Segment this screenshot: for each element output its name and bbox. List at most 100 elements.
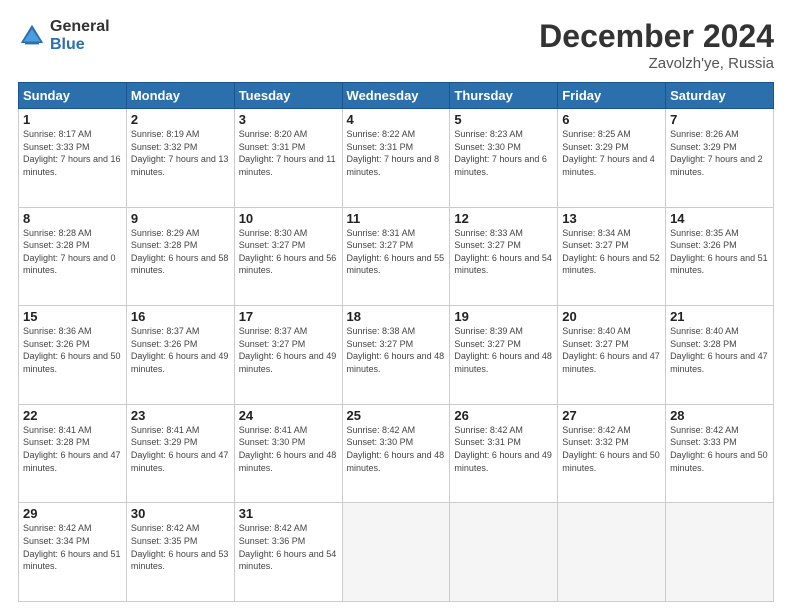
day-info: Sunrise: 8:22 AMSunset: 3:31 PMDaylight:… (347, 128, 446, 178)
table-row: 13 Sunrise: 8:34 AMSunset: 3:27 PMDaylig… (558, 207, 666, 306)
day-info: Sunrise: 8:30 AMSunset: 3:27 PMDaylight:… (239, 227, 338, 277)
logo-text: General Blue (50, 18, 110, 53)
day-number: 8 (23, 211, 122, 226)
day-number: 4 (347, 112, 446, 127)
day-info: Sunrise: 8:23 AMSunset: 3:30 PMDaylight:… (454, 128, 553, 178)
day-info: Sunrise: 8:36 AMSunset: 3:26 PMDaylight:… (23, 325, 122, 375)
day-info: Sunrise: 8:29 AMSunset: 3:28 PMDaylight:… (131, 227, 230, 277)
col-monday: Monday (126, 83, 234, 109)
table-row: 7 Sunrise: 8:26 AMSunset: 3:29 PMDayligh… (666, 109, 774, 208)
table-row: 12 Sunrise: 8:33 AMSunset: 3:27 PMDaylig… (450, 207, 558, 306)
table-row: 31 Sunrise: 8:42 AMSunset: 3:36 PMDaylig… (234, 503, 342, 602)
day-number: 6 (562, 112, 661, 127)
table-row: 5 Sunrise: 8:23 AMSunset: 3:30 PMDayligh… (450, 109, 558, 208)
day-number: 2 (131, 112, 230, 127)
day-info: Sunrise: 8:41 AMSunset: 3:28 PMDaylight:… (23, 424, 122, 474)
day-number: 11 (347, 211, 446, 226)
col-sunday: Sunday (19, 83, 127, 109)
day-number: 27 (562, 408, 661, 423)
day-info: Sunrise: 8:33 AMSunset: 3:27 PMDaylight:… (454, 227, 553, 277)
calendar-week-row: 1 Sunrise: 8:17 AMSunset: 3:33 PMDayligh… (19, 109, 774, 208)
day-number: 7 (670, 112, 769, 127)
table-row: 30 Sunrise: 8:42 AMSunset: 3:35 PMDaylig… (126, 503, 234, 602)
day-info: Sunrise: 8:35 AMSunset: 3:26 PMDaylight:… (670, 227, 769, 277)
table-row: 10 Sunrise: 8:30 AMSunset: 3:27 PMDaylig… (234, 207, 342, 306)
day-number: 20 (562, 309, 661, 324)
table-row: 21 Sunrise: 8:40 AMSunset: 3:28 PMDaylig… (666, 306, 774, 405)
table-row (342, 503, 450, 602)
table-row: 4 Sunrise: 8:22 AMSunset: 3:31 PMDayligh… (342, 109, 450, 208)
day-info: Sunrise: 8:40 AMSunset: 3:27 PMDaylight:… (562, 325, 661, 375)
table-row: 8 Sunrise: 8:28 AMSunset: 3:28 PMDayligh… (19, 207, 127, 306)
calendar-week-row: 22 Sunrise: 8:41 AMSunset: 3:28 PMDaylig… (19, 404, 774, 503)
table-row: 22 Sunrise: 8:41 AMSunset: 3:28 PMDaylig… (19, 404, 127, 503)
day-number: 25 (347, 408, 446, 423)
table-row: 2 Sunrise: 8:19 AMSunset: 3:32 PMDayligh… (126, 109, 234, 208)
day-number: 14 (670, 211, 769, 226)
day-info: Sunrise: 8:20 AMSunset: 3:31 PMDaylight:… (239, 128, 338, 178)
day-info: Sunrise: 8:42 AMSunset: 3:35 PMDaylight:… (131, 522, 230, 572)
day-number: 18 (347, 309, 446, 324)
day-info: Sunrise: 8:37 AMSunset: 3:26 PMDaylight:… (131, 325, 230, 375)
day-info: Sunrise: 8:37 AMSunset: 3:27 PMDaylight:… (239, 325, 338, 375)
calendar-week-row: 29 Sunrise: 8:42 AMSunset: 3:34 PMDaylig… (19, 503, 774, 602)
table-row: 25 Sunrise: 8:42 AMSunset: 3:30 PMDaylig… (342, 404, 450, 503)
day-info: Sunrise: 8:25 AMSunset: 3:29 PMDaylight:… (562, 128, 661, 178)
col-wednesday: Wednesday (342, 83, 450, 109)
table-row (450, 503, 558, 602)
table-row: 19 Sunrise: 8:39 AMSunset: 3:27 PMDaylig… (450, 306, 558, 405)
day-info: Sunrise: 8:19 AMSunset: 3:32 PMDaylight:… (131, 128, 230, 178)
table-row: 26 Sunrise: 8:42 AMSunset: 3:31 PMDaylig… (450, 404, 558, 503)
table-row: 16 Sunrise: 8:37 AMSunset: 3:26 PMDaylig… (126, 306, 234, 405)
day-info: Sunrise: 8:38 AMSunset: 3:27 PMDaylight:… (347, 325, 446, 375)
calendar-table: Sunday Monday Tuesday Wednesday Thursday… (18, 82, 774, 602)
table-row: 27 Sunrise: 8:42 AMSunset: 3:32 PMDaylig… (558, 404, 666, 503)
day-number: 3 (239, 112, 338, 127)
table-row: 11 Sunrise: 8:31 AMSunset: 3:27 PMDaylig… (342, 207, 450, 306)
col-saturday: Saturday (666, 83, 774, 109)
day-number: 22 (23, 408, 122, 423)
calendar-week-row: 15 Sunrise: 8:36 AMSunset: 3:26 PMDaylig… (19, 306, 774, 405)
day-info: Sunrise: 8:41 AMSunset: 3:30 PMDaylight:… (239, 424, 338, 474)
calendar-week-row: 8 Sunrise: 8:28 AMSunset: 3:28 PMDayligh… (19, 207, 774, 306)
month-title: December 2024 (539, 18, 774, 55)
table-row: 23 Sunrise: 8:41 AMSunset: 3:29 PMDaylig… (126, 404, 234, 503)
day-info: Sunrise: 8:31 AMSunset: 3:27 PMDaylight:… (347, 227, 446, 277)
day-info: Sunrise: 8:28 AMSunset: 3:28 PMDaylight:… (23, 227, 122, 277)
day-number: 28 (670, 408, 769, 423)
table-row: 9 Sunrise: 8:29 AMSunset: 3:28 PMDayligh… (126, 207, 234, 306)
day-info: Sunrise: 8:42 AMSunset: 3:34 PMDaylight:… (23, 522, 122, 572)
table-row: 29 Sunrise: 8:42 AMSunset: 3:34 PMDaylig… (19, 503, 127, 602)
day-number: 26 (454, 408, 553, 423)
day-number: 21 (670, 309, 769, 324)
day-number: 15 (23, 309, 122, 324)
page: General Blue December 2024 Zavolzh'ye, R… (0, 0, 792, 612)
day-info: Sunrise: 8:42 AMSunset: 3:33 PMDaylight:… (670, 424, 769, 474)
day-info: Sunrise: 8:42 AMSunset: 3:30 PMDaylight:… (347, 424, 446, 474)
day-number: 10 (239, 211, 338, 226)
table-row: 15 Sunrise: 8:36 AMSunset: 3:26 PMDaylig… (19, 306, 127, 405)
location: Zavolzh'ye, Russia (539, 55, 774, 72)
day-number: 23 (131, 408, 230, 423)
logo-icon (18, 22, 46, 50)
calendar-body: 1 Sunrise: 8:17 AMSunset: 3:33 PMDayligh… (19, 109, 774, 602)
day-info: Sunrise: 8:42 AMSunset: 3:36 PMDaylight:… (239, 522, 338, 572)
day-number: 16 (131, 309, 230, 324)
day-number: 31 (239, 506, 338, 521)
table-row (666, 503, 774, 602)
table-row: 24 Sunrise: 8:41 AMSunset: 3:30 PMDaylig… (234, 404, 342, 503)
day-number: 5 (454, 112, 553, 127)
day-number: 29 (23, 506, 122, 521)
header: General Blue December 2024 Zavolzh'ye, R… (18, 18, 774, 72)
table-row: 6 Sunrise: 8:25 AMSunset: 3:29 PMDayligh… (558, 109, 666, 208)
logo: General Blue (18, 18, 110, 53)
calendar-header-row: Sunday Monday Tuesday Wednesday Thursday… (19, 83, 774, 109)
day-info: Sunrise: 8:26 AMSunset: 3:29 PMDaylight:… (670, 128, 769, 178)
day-info: Sunrise: 8:17 AMSunset: 3:33 PMDaylight:… (23, 128, 122, 178)
table-row: 14 Sunrise: 8:35 AMSunset: 3:26 PMDaylig… (666, 207, 774, 306)
table-row: 28 Sunrise: 8:42 AMSunset: 3:33 PMDaylig… (666, 404, 774, 503)
day-number: 12 (454, 211, 553, 226)
day-number: 17 (239, 309, 338, 324)
table-row: 18 Sunrise: 8:38 AMSunset: 3:27 PMDaylig… (342, 306, 450, 405)
day-info: Sunrise: 8:40 AMSunset: 3:28 PMDaylight:… (670, 325, 769, 375)
